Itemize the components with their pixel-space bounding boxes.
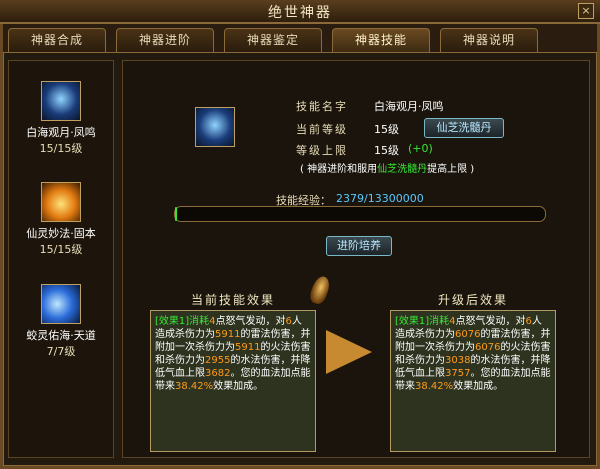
effect-phrase: 效果加成。 (213, 381, 264, 392)
moon-icon (41, 81, 81, 121)
selected-skill-moon-icon (195, 107, 235, 147)
skill-level: 15/15级 (39, 243, 83, 256)
effect-value: 5911 (235, 342, 261, 353)
effect-value: 3757 (445, 368, 471, 379)
effect-value: 38.42% (415, 381, 454, 392)
level-cap-note: ( 神器进阶和服用仙芝洗髓丹提高上限 ) (300, 160, 474, 175)
skill-item-3[interactable]: 蛟灵佑海·天道 7/7级 (9, 284, 113, 359)
skill-item-1[interactable]: 白海观月·凤鸣 15/15级 (9, 81, 113, 156)
tab-appraise[interactable]: 神器鉴定 (224, 28, 322, 52)
effect-value: 3038 (445, 355, 471, 366)
effect-phrase: 点怒气发动，对 (455, 316, 526, 327)
exp-progress-bar (174, 206, 546, 222)
effect-phrase: 效果加成。 (453, 381, 504, 392)
wash-pill-button[interactable]: 仙芝洗髓丹 (424, 118, 504, 138)
effect-value: 2955 (205, 355, 231, 366)
skill-list: 白海观月·凤鸣 15/15级 仙灵妙法·固本 15/15级 蛟灵佑海·天道 7/… (8, 60, 114, 458)
effect-phrase: 点怒气发动，对 (215, 316, 286, 327)
skill-name: 仙灵妙法·固本 (26, 227, 96, 240)
skill-name: 白海观月·凤鸣 (26, 126, 96, 139)
close-button[interactable]: × (578, 3, 594, 19)
current-effect-title: 当前技能效果 (190, 293, 275, 307)
current-effect-text: [效果1]消耗4点怒气发动，对6人造成杀伤力为5911的雷法伤害，并附加一次杀伤… (155, 315, 311, 393)
skill-level: 15/15级 (39, 142, 83, 155)
next-effect-box: 升级后效果 [效果1]消耗4点怒气发动，对6人造成杀伤力为6076的雷法伤害，并… (390, 293, 556, 452)
skill-name: 蛟灵佑海·天道 (26, 329, 96, 342)
wave-icon (41, 284, 81, 324)
current-level-label: 当前等级 (296, 123, 348, 136)
window-title: 绝世神器 (268, 5, 332, 21)
tab-help[interactable]: 神器说明 (440, 28, 538, 52)
effect-value: 6076 (455, 329, 481, 340)
title-bar: 绝世神器 × (0, 0, 600, 24)
note-highlight: 仙芝洗髓丹 (377, 164, 428, 175)
skill-level: 7/7级 (46, 345, 76, 358)
exp-value: 2379/13300000 (336, 192, 424, 205)
skill-name-value: 白海观月·凤鸣 (374, 100, 444, 113)
current-level-value: 15级 (374, 123, 399, 136)
note-prefix: ( 神器进阶和服用 (300, 164, 378, 175)
tab-advance[interactable]: 神器进阶 (116, 28, 214, 52)
effect-value: 6076 (475, 342, 501, 353)
skill-name-label: 技能名字 (296, 100, 348, 113)
next-effect-title: 升级后效果 (437, 293, 508, 307)
advance-train-button[interactable]: 进阶培养 (326, 236, 392, 256)
exp-progress-fill (175, 207, 177, 221)
arrow-icon (326, 330, 372, 374)
level-cap-label: 等级上限 (296, 144, 348, 157)
effect-value: 38.42% (175, 381, 214, 392)
effect-value: 3682 (205, 368, 231, 379)
effect-phrase: [效果1]消耗 (395, 316, 450, 327)
tab-synthesis[interactable]: 神器合成 (8, 28, 106, 52)
current-effect-box: 当前技能效果 [效果1]消耗4点怒气发动，对6人造成杀伤力为5911的雷法伤害，… (150, 293, 316, 452)
level-cap-value: 15级 (374, 144, 399, 157)
flame-icon (41, 182, 81, 222)
effect-value: 5911 (215, 329, 241, 340)
note-suffix: 提高上限 ) (427, 164, 475, 175)
next-effect-text: [效果1]消耗4点怒气发动，对6人造成杀伤力为6076的雷法伤害，并附加一次杀伤… (395, 315, 551, 393)
level-cap-bonus: (+0) (408, 142, 433, 155)
tab-skills[interactable]: 神器技能 (332, 28, 430, 54)
effect-phrase: [效果1]消耗 (155, 316, 210, 327)
skill-item-2[interactable]: 仙灵妙法·固本 15/15级 (9, 182, 113, 257)
